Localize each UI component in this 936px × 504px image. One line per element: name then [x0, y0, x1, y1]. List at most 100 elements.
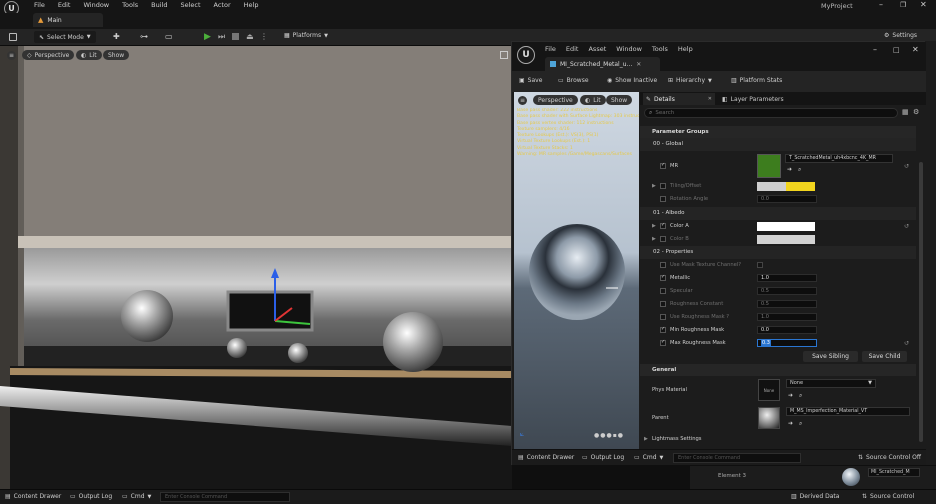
step-icon[interactable]: ⏭ [218, 32, 225, 42]
preview-perspective-button[interactable]: Perspective [533, 95, 578, 105]
element-thumbnail[interactable] [842, 468, 860, 486]
tiling-color-swatch[interactable] [757, 182, 815, 191]
expand-arrow-icon[interactable]: ▶ [652, 183, 656, 189]
show-button[interactable]: Show [103, 50, 130, 60]
use-selected-icon[interactable]: ➜ [788, 420, 793, 427]
close-tab-icon[interactable]: ✕ [636, 61, 641, 68]
platform-stats-button[interactable]: ▥ Platform Stats [731, 77, 782, 84]
hierarchy-button[interactable]: ⊞ Hierarchy ▼ [668, 77, 712, 84]
details-search-input[interactable]: ⌕ Search [644, 108, 898, 118]
use-roughness-mask-value[interactable]: 1.0 [757, 313, 817, 321]
phys-material-dropdown[interactable]: None ▼ [786, 379, 876, 388]
roughness-constant-value[interactable]: 0.5 [757, 300, 817, 308]
play-options-icon[interactable]: ⋮ [260, 32, 268, 41]
viewport-layout-icon[interactable] [500, 51, 508, 59]
viewport-options-icon[interactable]: ≡ [7, 51, 16, 60]
preview-options-icon[interactable]: ≡ [518, 96, 527, 105]
console-input[interactable]: Enter Console Command [160, 492, 290, 502]
level-tab[interactable]: ▲ Main [33, 13, 103, 27]
settings-button[interactable]: ⚙ Settings [884, 32, 917, 39]
color-b-swatch[interactable] [757, 235, 815, 244]
specular-value[interactable]: 0.5 [757, 287, 817, 295]
tab-details[interactable]: ✎ Details ✕ [643, 93, 715, 105]
minimize-button[interactable]: – [873, 45, 877, 54]
preview-show-button[interactable]: Show [606, 95, 633, 105]
reset-to-default-icon[interactable]: ↺ [904, 223, 909, 230]
close-button[interactable]: ✕ [920, 0, 927, 9]
parent-dropdown[interactable]: M_MS_Imperfection_Material_VT [786, 407, 910, 416]
use-selected-icon[interactable]: ➜ [787, 166, 792, 173]
tiling-checkbox[interactable] [660, 183, 666, 189]
preview-mesh-buttons[interactable]: ●●●▪● [594, 432, 624, 439]
show-inactive-button[interactable]: ◉ Show Inactive [607, 77, 657, 84]
use-mask-checkbox[interactable] [660, 262, 666, 268]
save-all-icon[interactable] [9, 33, 17, 41]
close-button[interactable]: ✕ [912, 45, 919, 54]
metallic-checkbox[interactable] [660, 274, 666, 281]
use-selected-icon[interactable]: ➜ [788, 392, 793, 399]
mr-texture-thumbnail[interactable] [757, 154, 781, 178]
section-general[interactable]: General [640, 364, 916, 376]
material-asset-tab[interactable]: MI_Scratched_Metal_u... ✕ [545, 57, 660, 71]
save-sibling-button[interactable]: Save Sibling [803, 351, 858, 362]
rotation-checkbox[interactable] [660, 196, 666, 202]
specular-checkbox[interactable] [660, 288, 666, 294]
derived-data-button[interactable]: ▥ Derived Data [791, 493, 839, 500]
add-actor-icon[interactable]: ✚ [113, 32, 120, 41]
browse-asset-icon[interactable]: ⌕ [799, 392, 802, 400]
eject-icon[interactable]: ⏏ [246, 32, 254, 41]
group-properties[interactable]: 02 - Properties [640, 246, 916, 259]
minimize-button[interactable]: – [879, 0, 883, 9]
color-b-checkbox[interactable] [660, 236, 666, 242]
console-input[interactable]: Enter Console Command [673, 453, 801, 463]
browse-asset-icon[interactable]: ⌕ [798, 166, 801, 174]
expand-arrow-icon[interactable]: ▶ [652, 236, 656, 242]
min-roughness-checkbox[interactable] [660, 326, 666, 333]
details-scrollbar[interactable] [919, 162, 923, 442]
cmd-button[interactable]: ▭ Cmd ▼ [122, 493, 151, 500]
browse-asset-icon[interactable]: ⌕ [799, 420, 802, 428]
max-roughness-checkbox[interactable] [660, 339, 666, 346]
maximize-button[interactable]: □ [893, 46, 900, 54]
rotation-value[interactable]: 0.0 [757, 195, 817, 203]
play-button[interactable]: ▶ [204, 32, 211, 42]
menu-edit[interactable]: Edit [58, 1, 71, 9]
color-a-swatch[interactable] [757, 222, 815, 231]
menu-tools[interactable]: Tools [122, 1, 138, 9]
mr-texture-dropdown[interactable]: T_ScratchedMetal_uh4xbcnc_4K_MR [785, 154, 893, 163]
max-roughness-input[interactable]: 0.3 [757, 339, 817, 347]
perspective-button[interactable]: ◇ Perspective [22, 50, 75, 60]
expand-arrow-icon[interactable]: ▶ [652, 223, 656, 229]
menu-edit[interactable]: Edit [566, 45, 579, 53]
lit-button[interactable]: ◐ Lit [76, 50, 102, 60]
menu-file[interactable]: File [34, 1, 45, 9]
metallic-value[interactable]: 1.0 [757, 274, 817, 282]
save-child-button[interactable]: Save Child [862, 351, 907, 362]
element-asset-dropdown[interactable]: MI_Scratched_M [868, 468, 920, 477]
save-button[interactable]: ▣ Save [519, 77, 542, 84]
menu-asset[interactable]: Asset [588, 45, 606, 53]
level-viewport[interactable]: ≡ ◇ Perspective ◐ Lit Show [0, 46, 512, 489]
source-control-button[interactable]: ⇅ Source Control [862, 493, 914, 500]
tab-layer-parameters[interactable]: ◧ Layer Parameters [722, 93, 784, 105]
content-drawer-button[interactable]: ▤ Content Drawer [5, 493, 61, 500]
menu-window[interactable]: Window [83, 1, 109, 9]
preview-lit-button[interactable]: ◐ Lit [580, 95, 606, 105]
section-parameter-groups[interactable]: Parameter Groups [640, 126, 916, 138]
browse-button[interactable]: ▭ Browse [558, 77, 589, 84]
parent-thumbnail[interactable] [758, 407, 780, 429]
output-log-button[interactable]: ▭ Output Log [70, 493, 112, 500]
menu-select[interactable]: Select [180, 1, 200, 9]
source-control-button[interactable]: ⇅ Source Control Off [858, 454, 921, 461]
cmd-button[interactable]: ▭ Cmd ▼ [634, 454, 663, 461]
menu-build[interactable]: Build [151, 1, 167, 9]
select-mode-dropdown[interactable]: ⬉ Select Mode ▼ [34, 31, 96, 43]
group-albedo[interactable]: 01 - Albedo [640, 207, 916, 220]
stop-icon[interactable] [232, 33, 239, 40]
menu-tools[interactable]: Tools [652, 45, 668, 53]
cinematics-icon[interactable]: ▭ [165, 32, 173, 41]
reset-to-default-icon[interactable]: ↺ [904, 340, 909, 347]
color-a-checkbox[interactable] [660, 222, 666, 229]
content-drawer-button[interactable]: ▤ Content Drawer [518, 454, 574, 461]
menu-actor[interactable]: Actor [214, 1, 231, 9]
